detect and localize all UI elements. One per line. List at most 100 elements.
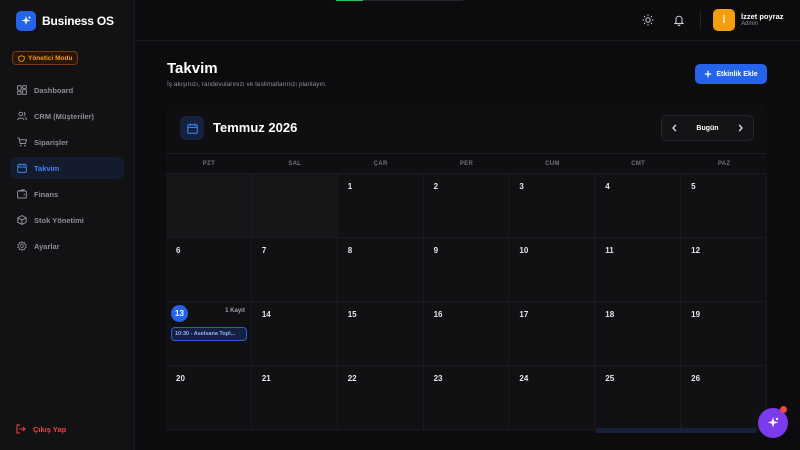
brand[interactable]: Business OS (16, 11, 114, 31)
day-number: 16 (433, 310, 443, 319)
weekday-label: PER (459, 160, 474, 167)
sparkles-icon (767, 417, 779, 428)
sidebar-item-calendar[interactable]: Takvim (10, 157, 124, 179)
day-number: 19 (691, 310, 701, 319)
sidebar-item-label: Takvim (34, 163, 60, 173)
calendar-day-today[interactable]: 13 1 Kayıt 10:30 - Aselsana Topl... (166, 302, 252, 366)
prev-month-button[interactable] (671, 119, 678, 137)
calendar-day[interactable]: 23 (423, 366, 510, 430)
sidebar-item-label: Siparişler (34, 137, 69, 147)
sidebar-item-stock[interactable]: Stok Yönetimi (10, 209, 124, 231)
theme-toggle-button[interactable] (638, 10, 658, 30)
day-number: 12 (691, 246, 701, 255)
sidebar-item-settings[interactable]: Ayarlar (10, 235, 124, 257)
calendar-day[interactable]: 2 (423, 174, 510, 238)
box-icon (17, 215, 27, 225)
notifications-button[interactable] (669, 10, 689, 30)
calendar-day[interactable]: 17 (509, 302, 596, 366)
calendar-day[interactable]: 18 (595, 302, 682, 366)
sidebar-item-label: CRM (Müşteriler) (34, 111, 95, 121)
day-number: 21 (261, 374, 271, 383)
day-number: 25 (605, 374, 615, 383)
calendar-icon (180, 116, 204, 140)
weekday-label: PAZ (717, 160, 731, 167)
calendar-day[interactable]: 7 (251, 238, 338, 302)
user-role: Admin (741, 21, 759, 27)
calendar-header: Temmuz 2026 Bugün (166, 103, 767, 153)
calendar-day[interactable]: 20 (166, 366, 252, 430)
sidebar-item-label: Finans (34, 189, 59, 199)
brand-name: Business OS (42, 14, 114, 28)
calendar-day[interactable]: 25 (595, 366, 682, 430)
calendar-day[interactable]: 15 (337, 302, 424, 366)
calendar-day[interactable]: 8 (337, 238, 424, 302)
logout-button[interactable]: Çıkış Yap (16, 424, 66, 434)
calendar-day[interactable]: 22 (337, 366, 424, 430)
weekday-label: CMT (631, 160, 646, 167)
calendar-day[interactable]: 16 (423, 302, 510, 366)
calendar-day[interactable]: 19 (681, 302, 767, 366)
sidebar-item-label: Dashboard (34, 85, 74, 95)
today-day-number: 13 (171, 305, 188, 322)
calendar-month-label: Temmuz 2026 (213, 120, 298, 135)
calendar-day[interactable]: 3 (509, 174, 596, 238)
weekday-label: PZT (202, 160, 216, 167)
day-number: 15 (347, 310, 357, 319)
day-number: 11 (605, 246, 614, 255)
chevron-right-icon (738, 124, 743, 132)
sidebar-nav: Dashboard CRM (Müşteriler) Siparişler Ta… (10, 79, 124, 261)
sparkles-icon (16, 11, 36, 31)
bell-icon (673, 15, 685, 26)
calendar-event[interactable]: 10:30 - Aselsana Topl... (171, 327, 247, 341)
day-number: 26 (691, 374, 701, 383)
calendar-day[interactable]: 4 (595, 174, 682, 238)
next-month-button[interactable] (737, 119, 744, 137)
calendar-day[interactable]: 11 (595, 238, 682, 302)
sidebar-item-label: Stok Yönetimi (34, 215, 84, 225)
sidebar-item-orders[interactable]: Siparişler (10, 131, 124, 153)
day-number: 5 (691, 182, 696, 191)
sidebar: Business OS Yönetici Modu Dashboard CRM … (0, 0, 135, 450)
add-event-label: Etkinlik Ekle (716, 70, 758, 78)
admin-mode-badge: Yönetici Modu (12, 51, 79, 65)
calendar-grid: 1 2 3 4 5 6 7 8 9 10 11 12 13 1 Kayıt 10… (166, 174, 767, 430)
sidebar-item-label: Ayarlar (34, 241, 60, 251)
calendar-icon (17, 163, 27, 173)
top-progress-indicator (336, 0, 363, 1)
calendar-day[interactable]: 5 (681, 174, 767, 238)
admin-mode-label: Yönetici Modu (28, 54, 73, 62)
calendar-day[interactable]: 24 (509, 366, 596, 430)
add-event-button[interactable]: Etkinlik Ekle (695, 64, 767, 84)
topbar-divider (700, 12, 701, 29)
calendar-day[interactable]: 9 (423, 238, 510, 302)
day-number: 1 (347, 182, 353, 191)
weekday-label: CUM (545, 160, 560, 167)
day-number: 9 (433, 246, 439, 255)
scroll-indicator (596, 428, 756, 433)
calendar-day[interactable]: 1 (337, 174, 424, 238)
sidebar-item-dashboard[interactable]: Dashboard (10, 79, 124, 101)
shield-icon (18, 54, 25, 62)
calendar-day[interactable]: 26 (681, 366, 767, 430)
day-number: 8 (347, 246, 353, 255)
day-number: 10 (519, 246, 529, 255)
calendar-day[interactable]: 12 (681, 238, 767, 302)
event-count-badge: 1 Kayıt (225, 308, 245, 314)
avatar[interactable]: İ (713, 9, 735, 31)
calendar-day[interactable]: 10 (509, 238, 596, 302)
weekday-header: PZT SAL ÇAR PER CUM CMT PAZ (166, 153, 767, 174)
calendar-navigation: Bugün (661, 115, 754, 141)
calendar-day[interactable]: 14 (251, 302, 338, 366)
sidebar-item-crm[interactable]: CRM (Müşteriler) (10, 105, 124, 127)
day-number: 18 (605, 310, 615, 319)
weekday-label: ÇAR (373, 160, 388, 167)
sidebar-item-finance[interactable]: Finans (10, 183, 124, 205)
calendar-day[interactable]: 21 (251, 366, 338, 430)
weekday-label: SAL (288, 160, 302, 167)
day-number: 20 (176, 374, 185, 383)
calendar-day[interactable]: 6 (166, 238, 252, 302)
plus-icon (705, 70, 712, 78)
day-number: 7 (261, 246, 267, 255)
today-button[interactable]: Bugün (696, 125, 718, 132)
dashboard-icon (17, 85, 27, 95)
